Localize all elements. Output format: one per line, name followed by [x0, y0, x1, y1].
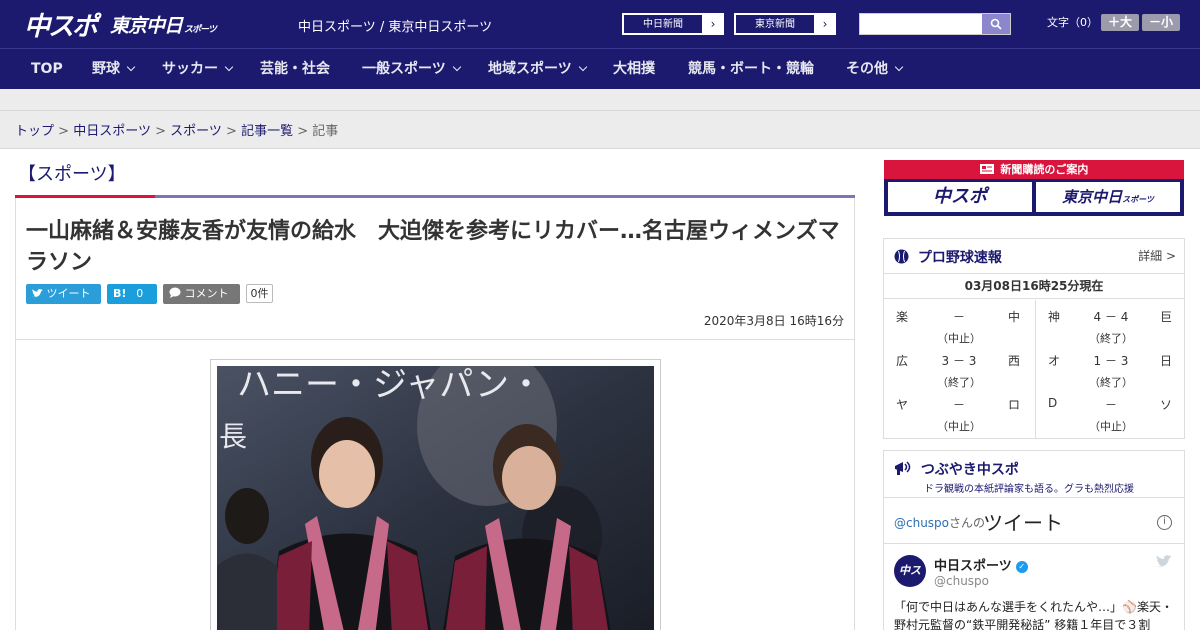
speech-bubble-icon	[169, 287, 181, 298]
nav-item-general-sports[interactable]: 一般スポーツ	[362, 49, 461, 89]
tweet-text: 「何で中日はあんな選手をくれたんや…」⚾楽天・野村元監督の“鉄平開発秘話” 移籍…	[894, 600, 1173, 630]
font-smaller-button[interactable]: －小	[1142, 14, 1180, 31]
tweet-button[interactable]: ツイート	[26, 284, 101, 304]
avatar[interactable]: 中スポ	[894, 555, 926, 609]
svg-text:ハニー・ジャパン・: ハニー・ジャパン・	[237, 366, 543, 405]
divider	[884, 497, 1184, 498]
breadcrumb-top[interactable]: トップ	[15, 124, 54, 139]
scores-timestamp: 03月08日16時25分現在	[884, 273, 1184, 299]
newspaper-icon	[979, 164, 994, 174]
comment-label: コメント	[184, 287, 229, 300]
hatena-count: 0	[136, 287, 144, 300]
nav-item-soccer[interactable]: サッカー	[162, 49, 234, 89]
nav-item-local-sports[interactable]: 地域スポーツ	[488, 49, 587, 89]
divider	[0, 110, 1200, 111]
breadcrumb-sep: >	[297, 124, 309, 139]
comment-button[interactable]: コメント	[163, 284, 240, 304]
tweets-widget: つぶやき中スポ ドラ観戦の本紙評論家も語る。グラも熱烈応援 @chuspoさんの…	[883, 450, 1185, 630]
chevron-right-icon: ›	[815, 14, 835, 34]
section-label: 【スポーツ】	[18, 164, 126, 185]
paper-link-label: 東京新聞	[735, 14, 815, 34]
chevron-down-icon	[126, 62, 136, 72]
twitter-handle-link[interactable]: @chuspoさんの	[894, 514, 985, 531]
subscribe-tokyo-chunichi-logo[interactable]: 東京中日スポーツ	[1036, 182, 1180, 212]
tokyo-shimbun-link[interactable]: 東京新聞 ›	[734, 13, 836, 35]
game-row[interactable]: 楽 － 中 （中止）	[884, 300, 1034, 345]
svg-text:長: 長	[219, 420, 247, 453]
chevron-down-icon	[224, 62, 234, 72]
tweet-label: ツイート	[46, 287, 91, 300]
article-accent-red	[15, 195, 155, 198]
baseball-scores-widget: プロ野球速報 詳細 > 03月08日16時25分現在 楽 － 中 （中止） 広 …	[883, 238, 1185, 439]
subscribe-chuspo-logo[interactable]: 中スポ	[888, 182, 1032, 212]
top-header: 中スポ 東京中日 スポーツ 中日スポーツ / 東京中日スポーツ 中日新聞 › 東京…	[0, 0, 1200, 48]
megaphone-icon	[895, 461, 911, 475]
info-icon[interactable]: i	[1157, 515, 1172, 530]
twitter-bird-icon[interactable]	[1156, 555, 1172, 572]
hatena-bookmark-button[interactable]: B! 0	[107, 284, 157, 304]
game-row[interactable]: D － ソ （中止）	[1036, 388, 1186, 433]
baseball-title: プロ野球速報	[894, 247, 1002, 267]
font-size-label: 文字（0）	[1047, 16, 1098, 29]
game-row[interactable]: 広 3 － 3 西 （終了）	[884, 344, 1034, 389]
logo-tokyo-chunichi[interactable]: 東京中日 スポーツ	[110, 11, 217, 38]
game-row[interactable]: 神 4 － 4 巨 （終了）	[1036, 300, 1186, 345]
baseball-detail-link[interactable]: 詳細 >	[1138, 247, 1176, 264]
nav-item-racing[interactable]: 競馬・ボート・競輪	[688, 49, 814, 89]
article-accent-blue	[155, 195, 855, 198]
game-row[interactable]: オ 1 － 3 日 （終了）	[1036, 344, 1186, 389]
twitter-logo	[1156, 555, 1172, 567]
twitter-bird-icon	[32, 289, 43, 298]
hatena-icon: B!	[113, 287, 127, 300]
article-photo[interactable]: ハニー・ジャパン・ 長	[217, 366, 654, 630]
scores-left-column: 楽 － 中 （中止） 広 3 － 3 西 （終了） ヤ － ロ （中止）	[884, 300, 1034, 438]
chevron-down-icon	[894, 62, 904, 72]
nav-item-sumo[interactable]: 大相撲	[613, 49, 655, 89]
logo-chuspo[interactable]: 中スポ	[24, 6, 98, 43]
breadcrumb-sep: >	[58, 124, 70, 139]
ad-band	[0, 89, 1200, 149]
article-headline: 一山麻緒＆安藤友香が友情の給水 大迫傑を参考にリカバー…名古屋ウィメンズマラソン	[26, 219, 840, 275]
breadcrumb-chunichi-sports[interactable]: 中日スポーツ	[73, 124, 151, 139]
breadcrumb-current: 記事	[312, 124, 339, 139]
subscription-heading: 新聞購読のご案内	[884, 160, 1184, 179]
game-row[interactable]: ヤ － ロ （中止）	[884, 388, 1034, 433]
tweet-author-handle[interactable]: @chuspo	[934, 574, 989, 588]
chunichi-shimbun-link[interactable]: 中日新聞 ›	[622, 13, 724, 35]
chevron-down-icon	[578, 62, 587, 72]
breadcrumb-article-list[interactable]: 記事一覧	[241, 124, 293, 139]
breadcrumb-sports[interactable]: スポーツ	[170, 124, 222, 139]
font-larger-button[interactable]: ＋大	[1101, 14, 1139, 31]
search-input[interactable]	[859, 13, 1011, 35]
nav-item-baseball[interactable]: 野球	[92, 49, 136, 89]
chevron-right-icon: ›	[703, 14, 723, 34]
breadcrumb: トップ > 中日スポーツ > スポーツ > 記事一覧 > 記事	[15, 120, 338, 139]
site-names: 中日スポーツ / 東京中日スポーツ	[298, 20, 493, 35]
tweets-title: つぶやき中スポ	[894, 459, 1019, 479]
marathon-runners-image: ハニー・ジャパン・ 長	[217, 366, 654, 630]
breadcrumb-sep: >	[226, 124, 237, 139]
search-icon	[990, 18, 1002, 30]
publish-date: 2020年3月8日 16時16分	[703, 314, 844, 328]
main-nav: TOP 野球 サッカー 芸能・社会 一般スポーツ 地域スポーツ 大相撲 競馬・ボ…	[0, 48, 1200, 89]
divider	[15, 339, 855, 340]
site-logo[interactable]: 中スポ 東京中日 スポーツ	[24, 6, 217, 43]
divider	[0, 148, 1200, 149]
divider	[884, 543, 1184, 544]
tweets-heading: ツイート	[983, 511, 1063, 535]
verified-icon: ✓	[1015, 561, 1028, 573]
nav-item-top[interactable]: TOP	[31, 49, 63, 89]
tweets-subtitle: ドラ観戦の本紙評論家も語る。グラも熱烈応援	[924, 484, 1134, 495]
subscription-banner[interactable]: 新聞購読のご案内 中スポ 東京中日スポーツ	[884, 160, 1184, 216]
baseball-icon	[894, 249, 909, 264]
tweet-author-name[interactable]: 中日スポーツ ✓	[934, 555, 1028, 574]
chevron-down-icon	[452, 62, 461, 72]
nav-item-entertainment[interactable]: 芸能・社会	[260, 49, 330, 89]
nav-item-other[interactable]: その他	[846, 49, 904, 89]
comment-count: 0件	[246, 284, 273, 303]
breadcrumb-sep: >	[155, 124, 166, 139]
search-button[interactable]	[982, 14, 1010, 34]
scores-right-column: 神 4 － 4 巨 （終了） オ 1 － 3 日 （終了） D － ソ （中止）	[1036, 300, 1186, 438]
paper-link-label: 中日新聞	[623, 14, 703, 34]
